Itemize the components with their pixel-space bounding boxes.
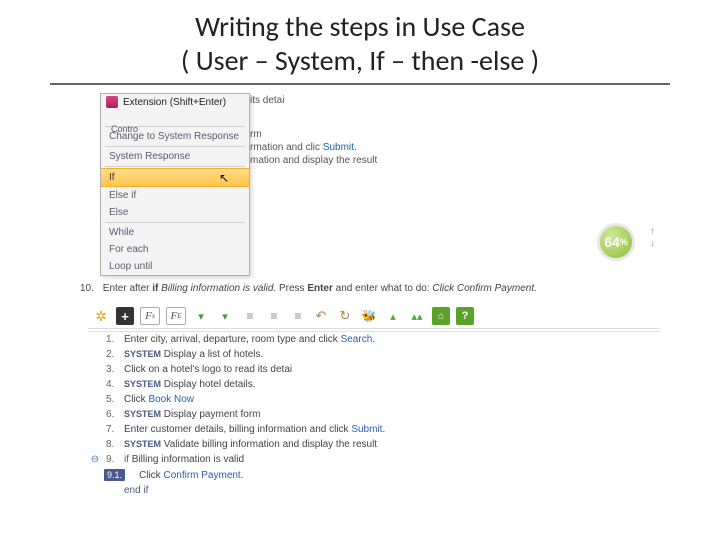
contro-label: Contro [111, 124, 138, 134]
toolbar-undo-icon[interactable]: ↶ [312, 307, 330, 325]
title-underline [50, 83, 670, 85]
toolbar-new-icon[interactable]: ✲ [92, 307, 110, 325]
toolbar-lines1-icon[interactable]: ≡ [240, 307, 258, 325]
toolbar-font-fe-icon[interactable]: FE [166, 307, 186, 325]
menu-item-extension[interactable]: Extension (Shift+Enter) [101, 94, 249, 111]
badge-arrows-icon: ↑↓ [650, 226, 655, 250]
toolbar-help-icon[interactable]: ? [456, 307, 474, 325]
menu-separator [105, 222, 245, 223]
toolbar-bee-icon[interactable]: 🐝 [360, 307, 378, 325]
menu-item-else[interactable]: Else [101, 204, 249, 221]
step-row[interactable]: 3. Click on a hotel's logo to read its d… [88, 362, 660, 377]
slide-title: Writing the steps in Use Case ( User – S… [0, 0, 720, 83]
menu-separator [105, 146, 245, 147]
menu-item-if[interactable]: If ↖ [101, 168, 249, 187]
bg-text: mation and display the result [250, 155, 377, 166]
collapse-icon[interactable]: ⊖ [88, 454, 102, 465]
step-row[interactable]: 1. Enter city, arrival, departure, room … [88, 332, 660, 347]
steps-table: 1. Enter city, arrival, departure, room … [88, 331, 660, 498]
toolbar-redo-icon[interactable]: ↻ [336, 307, 354, 325]
menu-item-while[interactable]: While [101, 224, 249, 241]
toolbar-down2-icon[interactable]: ▾ [216, 307, 234, 325]
step-row[interactable]: 4. SYSTEM Display hotel details. [88, 377, 660, 392]
bg-text: rmation and clic Submit. [250, 142, 357, 153]
toolbar-home-icon[interactable]: ⌂ [432, 307, 450, 325]
menu-item-system-response[interactable]: System Response [101, 148, 249, 165]
toolbar-lines2-icon[interactable]: ≡ [264, 307, 282, 325]
step-row[interactable]: 7. Enter customer details, billing infor… [88, 422, 660, 437]
step-row[interactable]: 2. SYSTEM Display a list of hotels. [88, 347, 660, 362]
bg-text: rm [250, 129, 262, 140]
toolbar-add-icon[interactable]: + [116, 307, 134, 325]
step-row[interactable]: 9.1. Click Confirm Payment. [88, 467, 660, 483]
extension-icon [106, 96, 118, 108]
bg-text: its detai [250, 95, 284, 106]
top-panel: its detai rm rmation and clic Submit. ma… [90, 93, 660, 253]
toolbar-font-f-icon[interactable]: Fx [140, 307, 160, 325]
step-row[interactable]: 6. SYSTEM Display payment form [88, 407, 660, 422]
step-row[interactable]: ⊖ 9. if Billing information is valid [88, 452, 660, 467]
toolbar-down-icon[interactable]: ▾ [192, 307, 210, 325]
cursor-icon: ↖ [219, 171, 229, 185]
context-menu: Extension (Shift+Enter) Contro Change to… [100, 93, 250, 276]
toolbar: ✲ + Fx FE ▾ ▾ ≡ ≡ ≡ ↶ ↻ 🐝 ▴ ▴▴ ⌂ ? [88, 304, 660, 329]
menu-separator [105, 166, 245, 167]
step-row[interactable]: 5. Click Book Now [88, 392, 660, 407]
menu-item-elseif[interactable]: Else if [101, 187, 249, 204]
step-row[interactable]: 8. SYSTEM Validate billing information a… [88, 437, 660, 452]
toolbar-up-icon[interactable]: ▴ [384, 307, 402, 325]
menu-item-loopuntil[interactable]: Loop until [101, 258, 249, 275]
percent-badge: 64% [597, 223, 635, 261]
menu-item-foreach[interactable]: For each [101, 241, 249, 258]
instruction-line: 10. Enter after if Billing information i… [80, 283, 660, 294]
step-row[interactable]: end if [88, 483, 660, 498]
toolbar-up2-icon[interactable]: ▴▴ [408, 307, 426, 325]
toolbar-lines3-icon[interactable]: ≡ [288, 307, 306, 325]
